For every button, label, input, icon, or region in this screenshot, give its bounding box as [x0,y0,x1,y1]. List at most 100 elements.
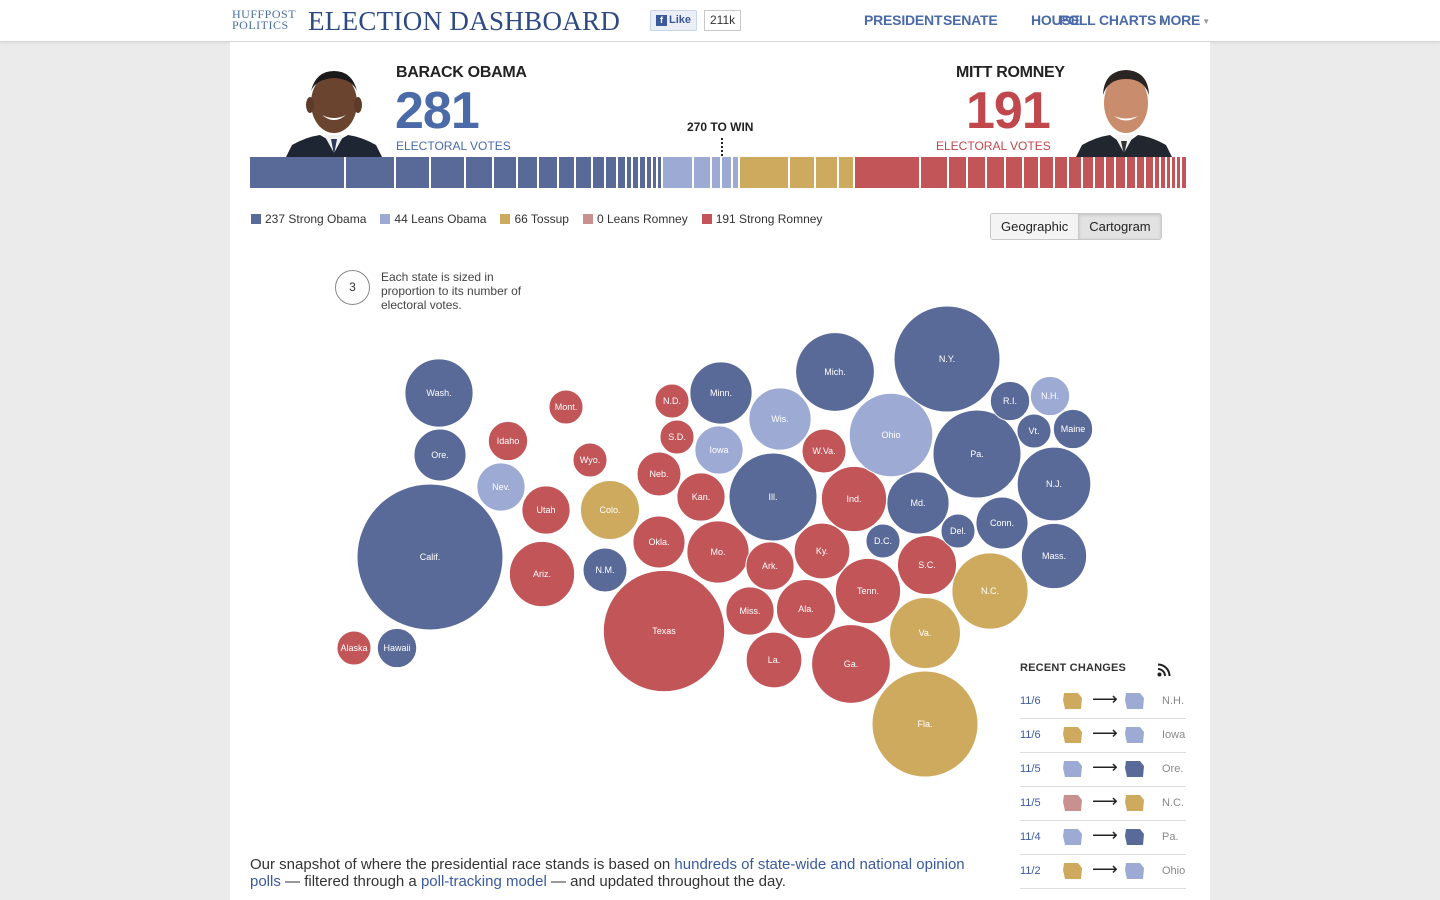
bar-segment[interactable] [839,157,855,188]
state-circle[interactable] [336,630,372,666]
bar-segment[interactable] [921,157,949,188]
state-bubble-ill[interactable]: Ill. [728,452,818,542]
state-bubble-idaho[interactable]: Idaho [487,420,529,462]
bar-segment[interactable] [1039,157,1056,188]
huffpost-politics-logo[interactable]: HUFFPOST POLITICS [232,8,298,31]
bar-segment[interactable] [1116,157,1127,188]
bar-segment[interactable] [250,157,346,188]
state-bubble-nm[interactable]: N.M. [582,547,628,593]
bar-segment[interactable] [663,157,695,188]
state-bubble-nh[interactable]: N.H. [1029,375,1071,417]
state-circle[interactable] [940,513,976,549]
bar-segment[interactable] [617,157,627,188]
state-circle[interactable] [848,392,934,478]
state-circle[interactable] [659,419,695,455]
state-circle[interactable] [572,442,608,478]
state-bubble-fla[interactable]: Fla. [871,670,979,778]
state-bubble-alaska[interactable]: Alaska [336,630,372,666]
state-circle[interactable] [793,522,851,580]
state-bubble-ri[interactable]: R.I. [989,380,1031,422]
state-bubble-ore[interactable]: Ore. [413,428,467,482]
state-bubble-vt[interactable]: Vt. [1016,413,1052,449]
dashboard-title[interactable]: ELECTION DASHBOARD [308,6,620,37]
state-bubble-hawaii[interactable]: Hawaii [376,627,418,669]
bar-segment[interactable] [593,157,606,188]
bar-segment[interactable] [987,157,1007,188]
state-bubble-ny[interactable]: N.Y. [893,305,1001,413]
state-circle[interactable] [1029,375,1071,417]
recent-change-row[interactable]: 11/5 ⟶ N.C. [1020,787,1186,821]
state-circle[interactable] [775,578,837,640]
state-circle[interactable] [801,428,847,474]
bar-segment[interactable] [711,157,723,188]
bar-segment[interactable] [948,157,969,188]
state-circle[interactable] [579,479,641,541]
state-bubble-mont[interactable]: Mont. [548,389,584,425]
state-circle[interactable] [1052,408,1094,450]
state-bubble-ark[interactable]: Ark. [745,541,795,591]
state-circle[interactable] [1016,446,1092,522]
state-circle[interactable] [404,358,474,428]
state-circle[interactable] [521,485,571,535]
state-circle[interactable] [834,557,902,625]
state-circle[interactable] [886,471,950,535]
bar-segment[interactable] [605,157,618,188]
state-circle[interactable] [686,520,750,584]
state-circle[interactable] [1016,413,1052,449]
state-bubble-minn[interactable]: Minn. [689,361,753,425]
state-bubble-md[interactable]: Md. [886,471,950,535]
bar-segment[interactable] [1126,157,1138,188]
recent-change-row[interactable]: 11/6 ⟶ Iowa [1020,719,1186,753]
state-bubble-calif[interactable]: Calif. [356,483,504,631]
state-circle[interactable] [548,389,584,425]
bar-segment[interactable] [739,157,791,188]
geographic-view-button[interactable]: Geographic [991,214,1079,239]
bar-segment[interactable] [1095,157,1106,188]
bar-segment[interactable] [494,157,519,188]
state-circle[interactable] [654,383,690,419]
bar-segment[interactable] [396,157,432,188]
nav-president[interactable]: PRESIDENT [864,12,943,28]
bar-segment[interactable] [968,157,988,188]
state-circle[interactable] [975,496,1029,550]
state-circle[interactable] [602,569,726,693]
bar-segment[interactable] [854,157,922,188]
bar-segment[interactable] [694,157,712,188]
state-bubble-iowa[interactable]: Iowa [694,425,744,475]
bar-segment[interactable] [558,157,576,188]
state-circle[interactable] [725,586,775,636]
state-bubble-nj[interactable]: N.J. [1016,446,1092,522]
state-bubble-del[interactable]: Del. [940,513,976,549]
state-circle[interactable] [676,472,726,522]
state-bubble-ala[interactable]: Ala. [775,578,837,640]
recent-change-row[interactable]: 11/4 ⟶ Pa. [1020,821,1186,855]
poll-tracking-model-link[interactable]: poll-tracking model [421,873,547,890]
state-bubble-dc[interactable]: D.C. [865,523,901,559]
bar-segment[interactable] [1182,157,1188,188]
state-bubble-va[interactable]: Va. [889,597,961,669]
state-circle[interactable] [487,420,529,462]
cartogram-view-button[interactable]: Cartogram [1078,214,1161,239]
state-circle[interactable] [871,670,979,778]
state-circle[interactable] [889,597,961,669]
state-bubble-mich[interactable]: Mich. [795,332,875,412]
bar-segment[interactable] [816,157,840,188]
state-circle[interactable] [689,361,753,425]
bar-segment[interactable] [431,157,467,188]
state-bubble-utah[interactable]: Utah [521,485,571,535]
bar-segment[interactable] [633,157,641,188]
bar-segment[interactable] [1023,157,1040,188]
state-circle[interactable] [356,483,504,631]
rss-icon[interactable] [1157,663,1171,677]
bar-segment[interactable] [1055,157,1070,188]
bar-segment[interactable] [1083,157,1096,188]
recent-change-row[interactable]: 11/2 ⟶ Ohio [1020,855,1186,889]
state-bubble-sd[interactable]: S.D. [659,419,695,455]
state-circle[interactable] [745,541,795,591]
state-circle[interactable] [476,462,526,512]
state-circle[interactable] [1020,522,1088,590]
state-bubble-nev[interactable]: Nev. [476,462,526,512]
bar-segment[interactable] [466,157,495,188]
state-circle[interactable] [728,452,818,542]
state-circle[interactable] [636,451,682,497]
